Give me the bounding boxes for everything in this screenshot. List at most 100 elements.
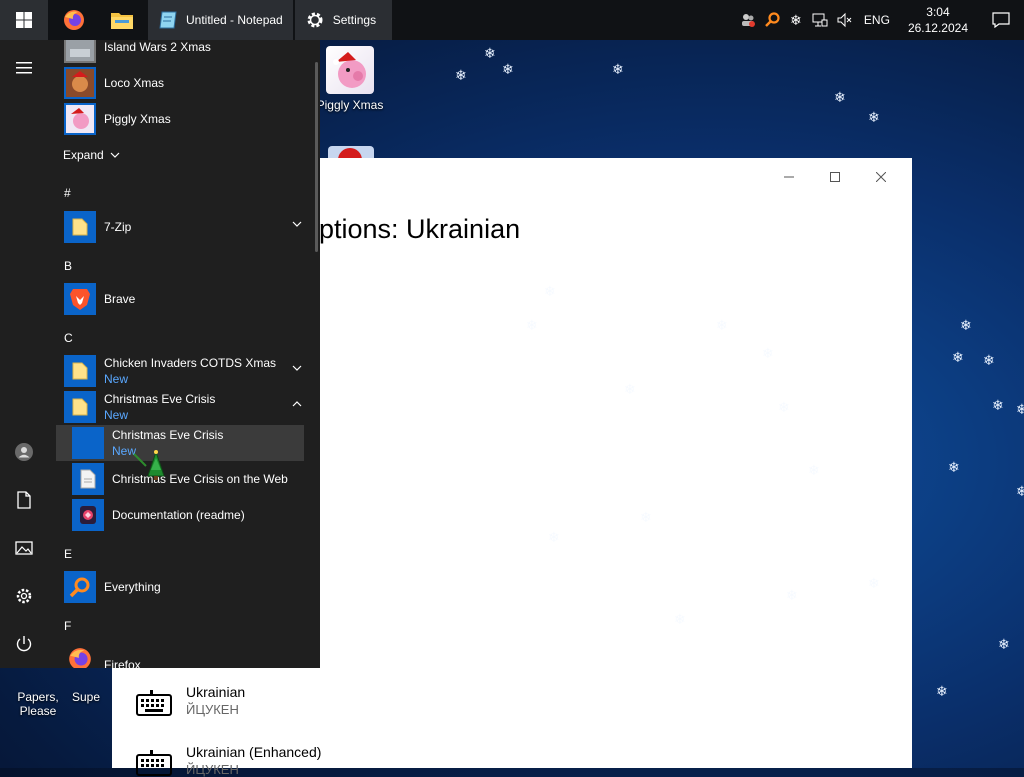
expand-button[interactable]: Expand bbox=[63, 148, 120, 162]
app-label: Island Wars 2 Xmas bbox=[104, 40, 211, 54]
language-indicator[interactable]: ENG bbox=[856, 13, 898, 27]
keyboard-icon bbox=[136, 690, 172, 716]
app-label: Firefox bbox=[104, 658, 141, 668]
app-item-chicken-invaders[interactable]: Chicken Invaders COTDS Xmas New bbox=[64, 353, 312, 389]
snowflake-icon: ❄ bbox=[1016, 483, 1024, 499]
keyboard-item[interactable]: Ukrainian ЙЦУКЕН bbox=[136, 684, 245, 717]
tray-people-icon[interactable] bbox=[736, 0, 760, 40]
taskbar-settings-button[interactable]: Settings bbox=[294, 0, 393, 40]
snowflake-icon: ❄ bbox=[808, 462, 820, 478]
volume-muted-icon bbox=[837, 12, 852, 28]
minimize-button[interactable] bbox=[766, 162, 812, 192]
app-item-island-wars[interactable]: Island Wars 2 Xmas bbox=[64, 40, 312, 65]
folder-icon bbox=[111, 13, 133, 29]
section-header[interactable]: C bbox=[64, 331, 73, 345]
snowflake-icon: ❄ bbox=[868, 575, 880, 591]
snowflake-icon: ❄ bbox=[612, 61, 624, 77]
app-label: Piggly Xmas bbox=[104, 112, 171, 126]
christmas-tree-cursor-icon bbox=[133, 450, 165, 480]
pictures-button[interactable] bbox=[0, 528, 48, 568]
taskbar-firefox-button[interactable] bbox=[48, 0, 100, 40]
app-list: Island Wars 2 Xmas Loco Xmas Piggly Xmas… bbox=[48, 40, 312, 668]
page-title: ptions: Ukrainian bbox=[319, 214, 521, 244]
snowflake-icon: ❄ bbox=[624, 381, 636, 397]
app-item-christmas-eve-folder[interactable]: Christmas Eve Crisis New bbox=[64, 389, 312, 425]
snowflake-icon: ❄ bbox=[548, 529, 560, 545]
snowflake-icon: ❄ bbox=[778, 399, 790, 415]
taskbar-notepad-button[interactable]: Untitled - Notepad bbox=[148, 0, 293, 40]
desktop-icon-papers-please[interactable]: Papers, Please bbox=[0, 660, 76, 718]
section-header[interactable]: E bbox=[64, 547, 72, 561]
firefox-icon bbox=[64, 643, 96, 668]
desktop-icon-label: Piggly Xmas bbox=[316, 98, 384, 112]
user-account-button[interactable] bbox=[0, 432, 48, 472]
desktop-icon-label: Papers, Please bbox=[17, 690, 59, 718]
app-item-christmas-eve-crisis[interactable]: Christmas Eve Crisis New bbox=[56, 425, 304, 461]
tray-snowflake-icon[interactable]: ❄ bbox=[784, 0, 808, 40]
snowflake-icon: ❄ bbox=[983, 352, 995, 368]
close-button[interactable] bbox=[858, 162, 904, 192]
new-badge: New bbox=[104, 372, 129, 386]
hamburger-button[interactable] bbox=[0, 48, 48, 88]
start-button[interactable] bbox=[0, 0, 48, 40]
action-center-button[interactable] bbox=[978, 0, 1024, 40]
minimize-icon bbox=[784, 176, 794, 178]
taskbar-app-label: Settings bbox=[332, 13, 377, 27]
chevron-down-icon bbox=[110, 152, 120, 158]
settings-button[interactable] bbox=[0, 576, 48, 616]
section-header[interactable]: B bbox=[64, 259, 72, 273]
start-scrollbar[interactable] bbox=[315, 62, 318, 252]
chevron-up-icon bbox=[292, 401, 302, 407]
app-item-everything[interactable]: Everything bbox=[64, 569, 312, 605]
chevron-down-icon bbox=[292, 365, 302, 371]
mouse-cursor bbox=[132, 448, 168, 487]
maximize-button[interactable] bbox=[812, 162, 858, 192]
documents-button[interactable] bbox=[0, 480, 48, 520]
close-icon bbox=[876, 172, 886, 182]
snowflake-icon: ❄ bbox=[948, 459, 960, 475]
app-item-loco-xmas[interactable]: Loco Xmas bbox=[64, 65, 312, 101]
app-item-documentation[interactable]: Documentation (readme) bbox=[56, 497, 304, 533]
tray-search-icon[interactable] bbox=[760, 0, 784, 40]
snowflake-icon: ❄ bbox=[455, 67, 467, 83]
snowflake-icon: ❄ bbox=[936, 683, 948, 699]
section-header[interactable]: # bbox=[64, 186, 71, 200]
app-item-piggly-xmas[interactable]: Piggly Xmas bbox=[64, 101, 312, 137]
tray-network-icon[interactable] bbox=[808, 0, 832, 40]
app-item-7zip[interactable]: 7-Zip bbox=[64, 209, 312, 245]
keyboard-name: Ukrainian bbox=[186, 684, 246, 700]
app-item-christmas-eve-web[interactable]: Christmas Eve Crisis on the Web bbox=[56, 461, 304, 497]
piggly-xmas-icon bbox=[326, 46, 374, 94]
app-item-firefox[interactable]: Firefox bbox=[64, 641, 312, 668]
network-icon bbox=[812, 13, 828, 27]
system-tray: ❄ ENG 3:04 26.12.2024 bbox=[736, 0, 1024, 40]
user-icon bbox=[15, 443, 33, 461]
folder-icon bbox=[64, 355, 96, 387]
taskbar-explorer-button[interactable] bbox=[100, 0, 144, 40]
app-label: Christmas Eve Crisis bbox=[104, 392, 216, 406]
app-label: 7-Zip bbox=[104, 220, 132, 234]
picture-icon bbox=[15, 541, 33, 555]
app-label: Christmas Eve Crisis bbox=[112, 428, 224, 442]
power-icon bbox=[16, 636, 32, 652]
app-item-brave[interactable]: Brave bbox=[64, 281, 312, 317]
clock[interactable]: 3:04 26.12.2024 bbox=[898, 4, 978, 36]
app-label: Brave bbox=[104, 292, 136, 306]
desktop-icon-piggly-xmas[interactable]: Piggly Xmas bbox=[312, 46, 388, 112]
section-header[interactable]: F bbox=[64, 619, 71, 633]
snowflake-icon: ❄ bbox=[1016, 401, 1024, 417]
snowflake-icon: ❄ bbox=[998, 636, 1010, 652]
folder-icon bbox=[64, 391, 96, 423]
gear-icon bbox=[16, 588, 32, 604]
power-button[interactable] bbox=[0, 624, 48, 664]
keyboard-layout: ЙЦУКЕН bbox=[186, 762, 239, 777]
snowflake-icon: ❄ bbox=[992, 397, 1004, 413]
notification-icon bbox=[992, 12, 1010, 28]
tray-volume-icon[interactable] bbox=[832, 0, 856, 40]
keyboard-item[interactable]: Ukrainian (Enhanced) ЙЦУКЕН bbox=[136, 744, 321, 777]
piggly-xmas-icon bbox=[64, 103, 96, 135]
search-icon bbox=[765, 12, 780, 27]
everything-search-icon bbox=[64, 571, 96, 603]
snowflake-icon: ❄ bbox=[716, 317, 728, 333]
firefox-icon bbox=[64, 10, 84, 30]
